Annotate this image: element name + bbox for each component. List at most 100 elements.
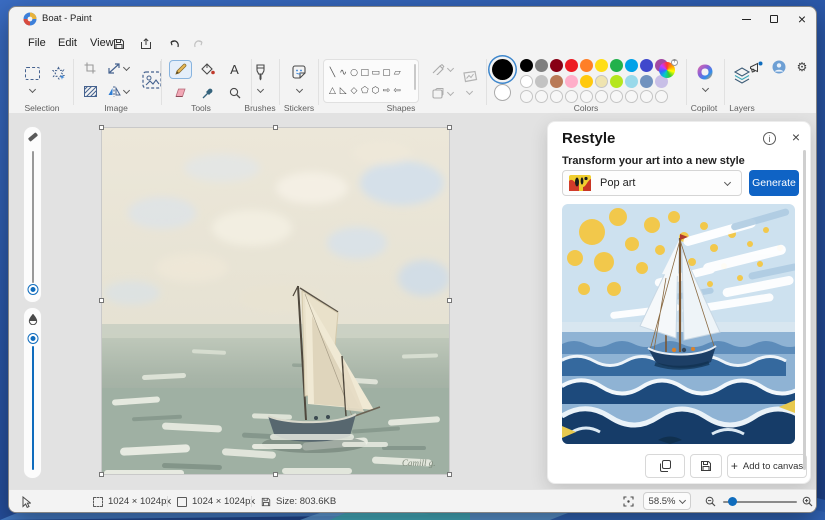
panel-close-button[interactable]: ×	[792, 129, 800, 145]
brushes-button[interactable]	[247, 61, 273, 83]
palette-color-ED1C24[interactable]	[565, 59, 578, 72]
palette-empty-slot-6[interactable]	[595, 90, 608, 103]
shape-arrow-left[interactable]: ⇦	[392, 85, 403, 98]
palette-empty-slot-10[interactable]	[655, 90, 668, 103]
edit-colors-button[interactable]: +	[659, 59, 678, 78]
palette-empty-slot-2[interactable]	[535, 90, 548, 103]
resize-handle-ne[interactable]	[447, 125, 452, 130]
stickers-options-button[interactable]	[294, 85, 304, 95]
shapes-scrollbar[interactable]	[414, 64, 416, 90]
selection-options-button[interactable]	[27, 85, 37, 95]
add-to-canvas-button[interactable]: + Add to canvas	[727, 454, 807, 478]
palette-empty-slot-5[interactable]	[580, 90, 593, 103]
fill-tool-button[interactable]	[196, 60, 219, 79]
panel-scrollbar[interactable]	[803, 150, 806, 470]
palette-color-3F48CC[interactable]	[640, 59, 653, 72]
shape-right-triangle[interactable]: ◺	[338, 85, 349, 98]
minimize-button[interactable]	[732, 7, 760, 31]
close-button[interactable]: ×	[788, 7, 816, 31]
shape-rectangle[interactable]: ▭	[370, 67, 381, 80]
fit-to-screen-button[interactable]	[623, 490, 634, 512]
stickers-button[interactable]	[286, 61, 312, 83]
shape-line[interactable]: ╲	[327, 67, 338, 80]
shape-fill-button[interactable]	[429, 85, 455, 101]
maximize-button[interactable]	[760, 7, 788, 31]
brush-opacity-slider[interactable]	[23, 307, 42, 479]
palette-empty-slot-1[interactable]	[520, 90, 533, 103]
save-result-button[interactable]	[690, 454, 722, 478]
resize-handle-n[interactable]	[273, 125, 278, 130]
palette-color-C3C3C3[interactable]	[535, 74, 548, 88]
brushes-options-button[interactable]	[255, 85, 265, 95]
menu-file[interactable]: File	[20, 34, 54, 52]
resize-handle-e[interactable]	[447, 298, 452, 303]
shape-arrow-down[interactable]: ⇩	[338, 103, 349, 104]
freeform-select-button[interactable]	[47, 63, 69, 83]
image-creator-button[interactable]	[457, 67, 481, 87]
shape-four-point-star[interactable]: ✧	[349, 103, 360, 104]
text-tool-button[interactable]: A	[223, 60, 246, 79]
shape-arrow-up[interactable]: ⇧	[327, 103, 338, 104]
shape-oval[interactable]: ○	[349, 67, 360, 80]
zoom-level-dropdown[interactable]: 58.5%	[643, 492, 691, 510]
size-slider-track[interactable]	[31, 151, 34, 283]
shape-curve[interactable]: ∿	[338, 67, 349, 80]
rectangle-select-button[interactable]	[21, 63, 43, 83]
menu-edit[interactable]: Edit	[50, 34, 85, 52]
palette-empty-slot-3[interactable]	[550, 90, 563, 103]
palette-empty-slot-8[interactable]	[625, 90, 638, 103]
restyle-preview-image[interactable]	[562, 204, 795, 444]
generate-button[interactable]: Generate	[749, 170, 799, 196]
palette-color-7F7F7F[interactable]	[535, 59, 548, 72]
shape-arrow-right[interactable]: ⇨	[381, 85, 392, 98]
redo-button[interactable]	[189, 35, 209, 52]
palette-color-00A2E8[interactable]	[625, 59, 638, 72]
share-button[interactable]	[136, 35, 156, 52]
marquee-pattern-button[interactable]	[81, 83, 99, 99]
palette-color-000000[interactable]	[520, 59, 533, 72]
eraser-tool-button[interactable]	[169, 83, 192, 102]
size-slider-thumb[interactable]	[28, 285, 37, 294]
shape-diamond[interactable]: ◇	[349, 85, 360, 98]
copy-result-button[interactable]	[645, 454, 685, 478]
palette-color-99D9EA[interactable]	[625, 74, 638, 88]
info-icon[interactable]: i	[763, 132, 776, 145]
zoom-slider-thumb[interactable]	[728, 497, 737, 506]
palette-color-FF7F27[interactable]	[580, 59, 593, 72]
brush-size-slider[interactable]	[23, 126, 42, 303]
shape-parallelogram[interactable]: ▱	[392, 67, 403, 80]
shape-five-point-star[interactable]: ☆	[359, 103, 370, 104]
resize-handle-s[interactable]	[273, 472, 278, 477]
save-button[interactable]	[109, 35, 129, 52]
palette-color-880015[interactable]	[550, 59, 563, 72]
canvas-image[interactable]: Camill g.	[99, 125, 452, 477]
image-creator-options-button[interactable]	[464, 87, 474, 97]
palette-color-7092BE[interactable]	[640, 74, 653, 88]
flip-button[interactable]	[105, 83, 131, 99]
palette-color-22B14C[interactable]	[610, 59, 623, 72]
palette-color-B97A57[interactable]	[550, 74, 563, 88]
pencil-tool-button[interactable]	[169, 60, 192, 79]
shape-square[interactable]: □	[359, 67, 370, 80]
shape-triangle[interactable]: △	[327, 85, 338, 98]
palette-empty-slot-9[interactable]	[640, 90, 653, 103]
shape-six-point-star[interactable]: ✶	[370, 103, 381, 104]
palette-color-B5E61D[interactable]	[610, 74, 623, 88]
color-picker-tool-button[interactable]	[196, 83, 219, 102]
palette-empty-slot-4[interactable]	[565, 90, 578, 103]
zoom-in-button[interactable]	[802, 490, 813, 512]
shape-hexagon[interactable]: ⬡	[370, 85, 381, 98]
resize-handle-sw[interactable]	[99, 472, 104, 477]
layers-button[interactable]	[730, 64, 754, 86]
palette-color-FFFFFF[interactable]	[520, 74, 533, 88]
palette-color-FFDE17[interactable]	[595, 59, 608, 72]
opacity-slider-track[interactable]	[31, 346, 34, 470]
foreground-color-swatch[interactable]	[492, 59, 513, 80]
palette-empty-slot-7[interactable]	[610, 90, 623, 103]
resize-handle-se[interactable]	[447, 472, 452, 477]
shape-rounded-rectangle[interactable]: ▢	[381, 67, 392, 80]
palette-color-FFAEC9[interactable]	[565, 74, 578, 88]
copilot-options-button[interactable]	[700, 84, 710, 94]
opacity-slider-thumb[interactable]	[28, 334, 37, 343]
zoom-out-button[interactable]	[705, 490, 716, 512]
